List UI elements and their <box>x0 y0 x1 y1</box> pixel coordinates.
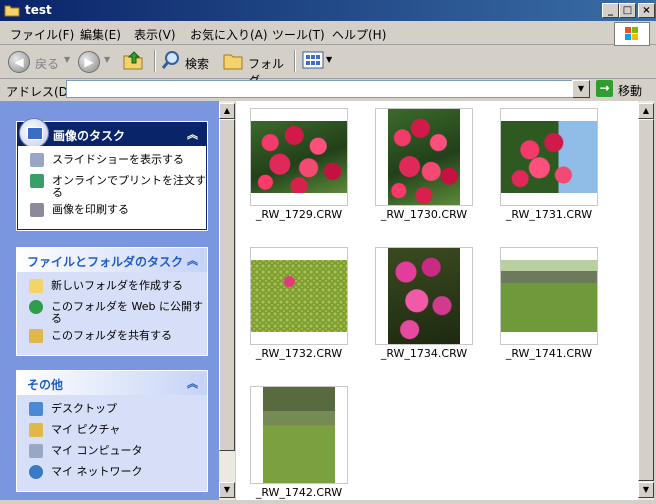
my-pictures-link[interactable]: マイ ピクチャ <box>17 422 207 440</box>
up-folder-icon <box>123 51 143 70</box>
file-item[interactable]: _RW_1741.CRW <box>500 247 598 361</box>
forward-button[interactable]: ▶ ▼ <box>78 49 114 73</box>
menu-tools[interactable]: ツール(T) <box>272 26 325 43</box>
thumbnail-view: _RW_1729.CRW _RW_1730.CRW _RW_1731.CRW _… <box>236 101 638 500</box>
scroll-up-button[interactable]: ▲ <box>638 103 654 119</box>
printer-icon <box>30 203 44 217</box>
content-scrollbar[interactable]: ▲ ▼ <box>638 101 654 500</box>
slideshow-link[interactable]: スライドショーを表示する <box>18 152 206 170</box>
scroll-thumb[interactable] <box>219 119 235 451</box>
menu-bar: ファイル(F) 編集(E) 表示(V) お気に入り(A) ツール(T) ヘルプ(… <box>0 21 656 45</box>
my-computer-link[interactable]: マイ コンピュータ <box>17 443 207 461</box>
windows-logo-icon <box>614 22 650 46</box>
slideshow-icon <box>30 153 44 167</box>
file-item[interactable]: _RW_1732.CRW <box>250 247 348 361</box>
search-icon <box>161 51 179 69</box>
search-button[interactable]: 検索 <box>160 49 216 73</box>
desktop-icon <box>29 402 43 416</box>
other-places-header[interactable]: その他 ︽ <box>17 371 207 395</box>
file-name: _RW_1734.CRW <box>380 347 468 360</box>
scroll-up-button[interactable]: ▲ <box>219 103 235 119</box>
file-name: _RW_1729.CRW <box>255 208 343 221</box>
web-publish-icon <box>29 300 43 314</box>
task-pane: 画像のタスク ︽ スライドショーを表示する オンラインでプリントを注文する 画像… <box>0 101 219 500</box>
thumbnail <box>250 247 348 345</box>
file-name: _RW_1730.CRW <box>380 208 468 221</box>
scroll-down-button[interactable]: ▼ <box>219 482 235 498</box>
chevron-down-icon: ▼ <box>326 55 333 64</box>
my-network-link[interactable]: マイ ネットワーク <box>17 464 207 482</box>
file-name: _RW_1731.CRW <box>505 208 593 221</box>
minimize-button[interactable]: _ <box>602 3 619 18</box>
thumbnail <box>250 386 348 484</box>
menu-help[interactable]: ヘルプ(H) <box>332 26 386 43</box>
thumbnail <box>375 247 473 345</box>
file-item[interactable]: _RW_1730.CRW <box>375 108 473 222</box>
order-prints-link[interactable]: オンラインでプリントを注文する <box>18 173 206 199</box>
desktop-link[interactable]: デスクトップ <box>17 401 207 419</box>
title-bar[interactable]: test _ □ × <box>0 0 656 21</box>
share-folder-icon <box>29 329 43 343</box>
back-button[interactable]: ◀ 戻る ▼ <box>8 49 70 73</box>
my-network-icon <box>29 465 43 479</box>
my-pictures-icon <box>29 423 43 437</box>
scroll-down-button[interactable]: ▼ <box>638 482 654 498</box>
explorer-window: test _ □ × ファイル(F) 編集(E) 表示(V) お気に入り(A) … <box>0 0 656 504</box>
file-item[interactable]: _RW_1731.CRW <box>500 108 598 222</box>
window-title: test <box>25 3 52 17</box>
chevron-down-icon: ▼ <box>64 55 71 64</box>
folder-icon <box>223 54 243 70</box>
online-print-icon <box>30 174 44 188</box>
file-name: _RW_1742.CRW <box>255 486 343 499</box>
image-tasks-panel: 画像のタスク ︽ スライドショーを表示する オンラインでプリントを注文する 画像… <box>16 118 208 231</box>
address-label: アドレス(D) <box>6 85 73 99</box>
collapse-chevron-icon[interactable]: ︽ <box>187 252 198 268</box>
share-folder-link[interactable]: このフォルダを共有する <box>17 328 207 346</box>
thumbnail <box>250 108 348 206</box>
file-item[interactable]: _RW_1734.CRW <box>375 247 473 361</box>
folder-icon <box>4 5 20 17</box>
thumbnail <box>375 108 473 206</box>
other-places-panel: その他 ︽ デスクトップ マイ ピクチャ マイ コンピュータ マイ ネットワーク <box>16 370 208 492</box>
file-item[interactable]: _RW_1729.CRW <box>250 108 348 222</box>
address-dropdown-button[interactable]: ▼ <box>572 80 590 98</box>
back-arrow-icon: ◀ <box>8 51 30 73</box>
file-tasks-panel: ファイルとフォルダのタスク ︽ 新しいフォルダを作成する このフォルダを Web… <box>16 247 208 356</box>
file-name: _RW_1732.CRW <box>255 347 343 360</box>
new-folder-icon <box>29 279 43 293</box>
image-tasks-header[interactable]: 画像のタスク ︽ <box>17 118 207 148</box>
folders-button[interactable]: フォルダ <box>222 49 288 88</box>
views-button[interactable]: ▼ <box>302 49 336 73</box>
go-arrow-icon: → <box>596 80 613 97</box>
publish-web-link[interactable]: このフォルダを Web に公開する <box>17 299 207 325</box>
picture-tasks-icon <box>19 118 49 148</box>
task-pane-scrollbar[interactable]: ▲ ▼ <box>219 101 235 500</box>
print-images-link[interactable]: 画像を印刷する <box>18 202 206 220</box>
thumbnail <box>500 247 598 345</box>
collapse-chevron-icon[interactable]: ︽ <box>187 375 198 391</box>
address-input[interactable] <box>66 80 578 98</box>
maximize-button[interactable]: □ <box>619 3 636 18</box>
toolbar: ◀ 戻る ▼ ▶ ▼ 検索 フォルダ <box>0 45 656 88</box>
go-button[interactable]: → 移動 <box>594 79 652 99</box>
my-computer-icon <box>29 444 43 458</box>
scroll-thumb[interactable] <box>638 119 654 481</box>
file-item[interactable]: _RW_1742.CRW <box>250 386 348 500</box>
close-button[interactable]: × <box>638 3 655 18</box>
menu-file[interactable]: ファイル(F) <box>10 26 74 43</box>
forward-arrow-icon: ▶ <box>78 51 100 73</box>
thumbnail <box>500 108 598 206</box>
menu-view[interactable]: 表示(V) <box>134 26 176 43</box>
new-folder-link[interactable]: 新しいフォルダを作成する <box>17 278 207 296</box>
view-grid-icon <box>302 51 324 69</box>
file-name: _RW_1741.CRW <box>505 347 593 360</box>
collapse-chevron-icon[interactable]: ︽ <box>187 126 198 142</box>
file-tasks-header[interactable]: ファイルとフォルダのタスク ︽ <box>17 248 207 272</box>
menu-favorites[interactable]: お気に入り(A) <box>190 26 268 43</box>
up-folder-button[interactable] <box>122 49 146 73</box>
chevron-down-icon: ▼ <box>104 55 111 64</box>
address-bar: アドレス(D) ▼ → 移動 <box>0 79 656 101</box>
menu-edit[interactable]: 編集(E) <box>80 26 121 43</box>
